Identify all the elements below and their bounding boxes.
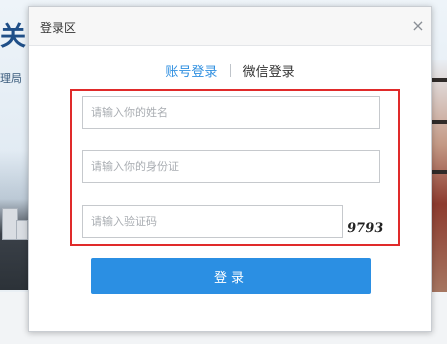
login-tabs: 账号登录 微信登录 (29, 61, 431, 80)
tab-account-login[interactable]: 账号登录 (165, 61, 217, 80)
captcha-text: 9793 (345, 221, 385, 236)
background-city-image (0, 150, 30, 290)
login-modal: 登录区 × 账号登录 微信登录 9793 登录 (28, 6, 432, 332)
background-title: 关 (0, 22, 28, 52)
close-icon[interactable]: × (409, 17, 427, 35)
id-card-input[interactable] (82, 150, 380, 183)
name-input[interactable] (82, 96, 380, 129)
background-subtitle: 理局 (0, 72, 22, 85)
captcha-input[interactable] (82, 205, 343, 238)
modal-header: 登录区 × (29, 7, 431, 46)
tab-wechat-login[interactable]: 微信登录 (243, 61, 295, 80)
captcha-image[interactable]: 9793 (345, 221, 387, 241)
tab-divider (229, 64, 231, 77)
modal-title: 登录区 (40, 21, 77, 35)
login-button[interactable]: 登录 (91, 258, 371, 294)
